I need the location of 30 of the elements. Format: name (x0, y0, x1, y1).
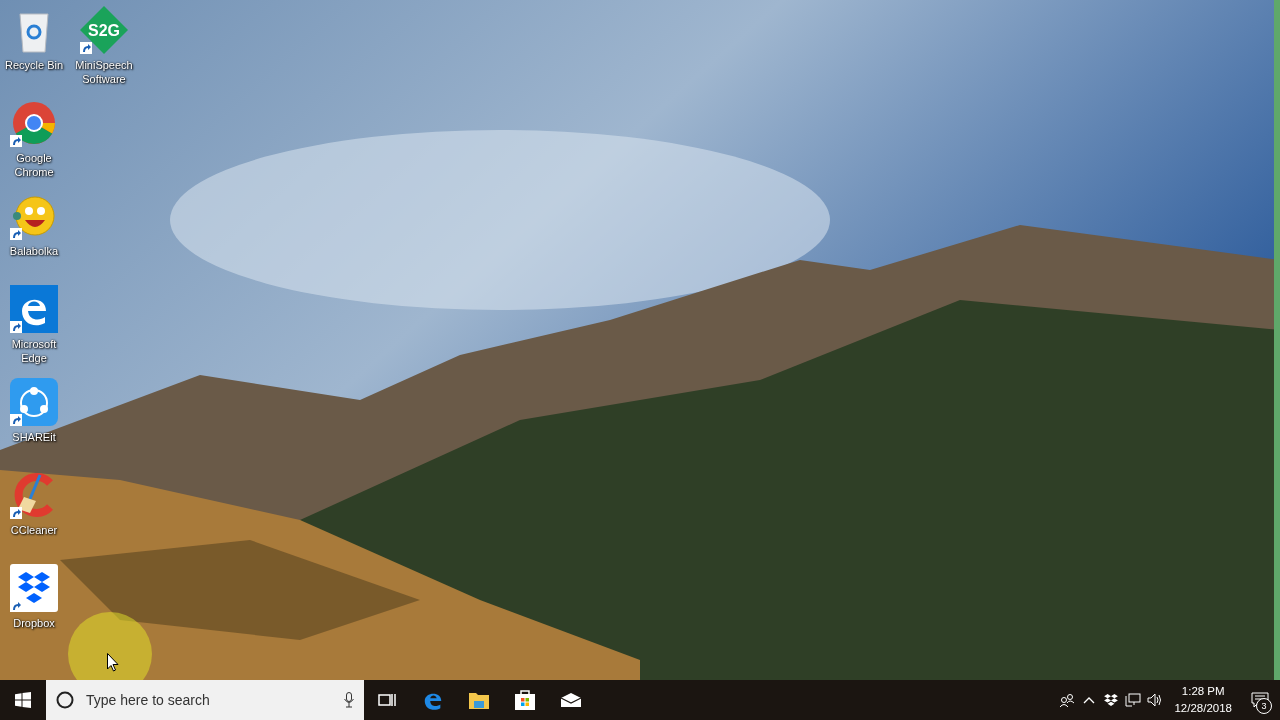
network-icon (1125, 693, 1142, 707)
desktop-icon-label[interactable]: Dropbox (13, 616, 55, 630)
folder-icon (468, 690, 490, 710)
clock[interactable]: 1:28 PM 12/28/2018 (1166, 683, 1240, 717)
mail-icon (560, 692, 582, 708)
people-icon (1059, 693, 1076, 707)
mouse-pointer-icon (107, 653, 119, 672)
desktop-icon-label[interactable]: CCleaner (10, 523, 58, 537)
action-center-button[interactable]: 3 (1240, 680, 1280, 720)
cortana-circle-icon (56, 691, 74, 709)
desktop-icon-label[interactable]: Recycle Bin (4, 58, 64, 72)
search-bar[interactable]: Type here to search (46, 680, 364, 720)
dropbox-icon (10, 564, 58, 612)
volume-icon (1147, 693, 1164, 707)
dropbox-icon (1104, 694, 1119, 706)
microphone-icon[interactable] (344, 692, 354, 708)
windows-logo-icon (15, 692, 31, 708)
desktop-icon-label[interactable]: Google Chrome (0, 151, 68, 179)
notification-count-badge: 3 (1256, 698, 1272, 714)
share-icon (10, 378, 58, 426)
search-input[interactable]: Type here to search (84, 691, 334, 709)
desktop-icon-label[interactable]: Balabolka (9, 244, 59, 258)
store-bag-icon (514, 689, 536, 711)
desktop-icon-label[interactable]: Microsoft Edge (0, 337, 68, 365)
browser-icon (10, 99, 58, 147)
desktop-icon-label[interactable]: MiniSpeech Software (70, 58, 138, 86)
browser-icon (10, 285, 58, 333)
task-view-icon (378, 692, 396, 708)
notification-icon (1251, 692, 1269, 708)
caret-icon (1083, 696, 1096, 704)
